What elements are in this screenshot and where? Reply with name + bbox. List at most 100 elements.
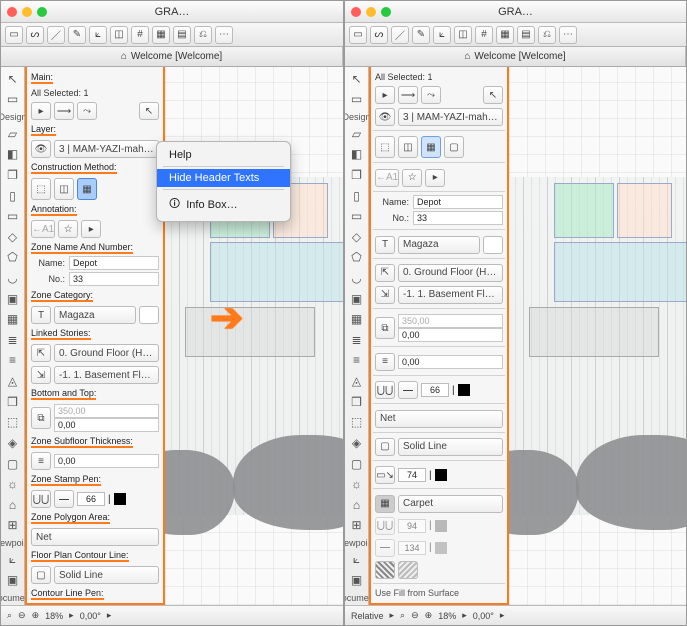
sel-mode-a[interactable]: ▸ [31,102,51,120]
angle-readout[interactable]: 0,00° [80,611,101,621]
hatch-a[interactable] [375,561,395,579]
stair-tool-icon[interactable]: ≣ [3,330,23,350]
annot-tag[interactable]: ←A1 [31,220,55,238]
contour-toggle[interactable]: ▢ [31,566,51,584]
beam-tool-icon[interactable]: ▭ [347,206,367,226]
elev-icon[interactable]: ⧉ [375,317,395,339]
window-tool-icon[interactable]: ❐ [3,165,23,185]
furniture-tool-icon[interactable]: ⌂ [3,495,23,515]
arrow-tool-icon[interactable]: ↖ [347,69,367,89]
titlebar[interactable]: GRA… [345,1,686,23]
tool-link-icon[interactable]: ⎌ [538,26,556,44]
door-tool-icon[interactable]: ◧ [3,145,23,165]
subfloor-field[interactable]: 0,00 [398,355,503,369]
window-tool-icon[interactable]: ❐ [347,165,367,185]
subfloor-icon[interactable]: ≡ [375,353,395,371]
tool-grid-icon[interactable]: # [131,26,149,44]
subfloor-field[interactable]: 0,00 [54,454,159,468]
shell-tool-icon[interactable]: ◡ [3,268,23,288]
contour-line-dd[interactable]: Solid Line [54,566,159,584]
close-icon[interactable] [7,7,17,17]
story-top-icon[interactable]: ⇱ [31,344,51,362]
zoom-in-icon[interactable]: ⊕ [425,610,433,621]
fill-toggle[interactable]: ▦ [375,495,395,513]
annot-more[interactable]: ▸ [81,220,101,238]
carpet-dd[interactable]: Carpet [398,495,503,513]
opening-tool-icon[interactable]: ▢ [3,454,23,474]
shell-tool-icon[interactable]: ◡ [347,268,367,288]
annot-fav[interactable]: ☆ [58,220,78,238]
menu-hide-header-texts[interactable]: Hide Header Texts [157,169,290,187]
menu-help[interactable]: Help [157,146,290,164]
zoom-out-icon[interactable]: ⊖ [411,610,419,621]
slab-tool-icon[interactable]: ◇ [347,227,367,247]
cat-color[interactable] [139,306,159,324]
column-tool-icon[interactable]: ▯ [347,186,367,206]
angle-readout[interactable]: 0,00° [473,611,494,621]
tool-section-icon[interactable]: ▤ [173,26,191,44]
tool-wall-icon[interactable]: ◫ [110,26,128,44]
slab-tool-icon[interactable]: ◇ [3,227,23,247]
hatch-b[interactable] [398,561,418,579]
tool-magnet-icon[interactable]: ᔕ [26,26,44,44]
relative-label[interactable]: Relative [351,611,384,621]
furniture-tool-icon[interactable]: ⌂ [347,495,367,515]
railing-tool-icon[interactable]: ≡ [347,351,367,371]
tool-more-icon[interactable]: ⋯ [559,26,577,44]
cat-symbol[interactable]: T [31,306,51,324]
cat-color[interactable] [483,236,503,254]
tool-link-icon[interactable]: ⎌ [194,26,212,44]
tool-more-icon[interactable]: ⋯ [215,26,233,44]
view-icon[interactable]: ⌕ [400,610,405,621]
sel-mode-c[interactable]: ⤳ [77,102,97,120]
tool-pen-icon[interactable]: ✎ [68,26,86,44]
pen-u2[interactable]: ⎯⎯ [54,490,74,508]
tab-welcome[interactable]: ⌂ Welcome [Welcome] [345,47,686,66]
morph-tool-icon[interactable]: ◬ [347,371,367,391]
cm-mode-a[interactable]: ⬚ [375,136,395,158]
sel-mode-b[interactable]: ⟶ [398,86,418,104]
tool-line-icon[interactable]: ／ [391,26,409,44]
marquee-tool-icon[interactable]: ▭ [347,90,367,110]
zone-tool-icon[interactable]: ⬚ [3,412,23,432]
skylight-tool-icon[interactable]: ▣ [3,289,23,309]
pen-sample[interactable] [458,384,470,396]
eye-icon[interactable]: 👁 [31,140,51,158]
roof-tool-icon[interactable]: ⬠ [3,248,23,268]
cm-mode-c[interactable]: ▦ [77,178,97,200]
menu-info-box[interactable]: 🛈Info Box… [157,192,290,217]
pen66[interactable]: 66 [421,383,449,397]
pen74[interactable]: 74 [398,468,426,482]
beam-tool-icon[interactable]: ▭ [3,206,23,226]
story0-dd[interactable]: 0. Ground Floor (H… [54,344,159,362]
zoom-icon[interactable] [381,7,391,17]
story0-dd[interactable]: 0. Ground Floor (Ho… [398,264,503,282]
name-field[interactable]: Depot [413,195,503,209]
minimize-icon[interactable] [366,7,376,17]
cpen-icon[interactable]: ▭↘ [31,604,51,605]
sel-mode-b[interactable]: ⟶ [54,102,74,120]
annot-fav[interactable]: ☆ [402,169,422,187]
zoom-out-icon[interactable]: ⊖ [18,610,26,621]
cpen-icon[interactable]: ▭↘ [375,466,395,484]
railing-tool-icon[interactable]: ≡ [3,351,23,371]
door-tool-icon[interactable]: ◧ [347,145,367,165]
object-tool-icon[interactable]: ❒ [3,392,23,412]
drawing-canvas[interactable] [509,67,686,605]
tool-section-icon[interactable]: ▤ [517,26,535,44]
annot-tag[interactable]: ←A1 [375,169,399,187]
story1-dd[interactable]: -1. 1. Basement Flo… [398,286,503,304]
layer-dropdown[interactable]: 3 | MAM-YAZI-mahal etik… [54,140,159,158]
no-field[interactable]: 33 [69,272,159,286]
pen-u2[interactable]: ⎯⎯ [398,381,418,399]
tool-pointer-icon[interactable]: ▭ [5,26,23,44]
tool-pointer-icon[interactable]: ▭ [349,26,367,44]
view-icon[interactable]: ⌕ [7,610,12,621]
section-tool-icon[interactable]: ⟀ [3,550,23,570]
cm-mode-a[interactable]: ⬚ [31,178,51,200]
pen-sample[interactable] [114,493,126,505]
tool-angle-icon[interactable]: ⟀ [433,26,451,44]
section-tool-icon[interactable]: ⟀ [347,550,367,570]
wall-tool-icon[interactable]: ▱ [347,124,367,144]
bt-val[interactable]: 0,00 [398,328,503,342]
